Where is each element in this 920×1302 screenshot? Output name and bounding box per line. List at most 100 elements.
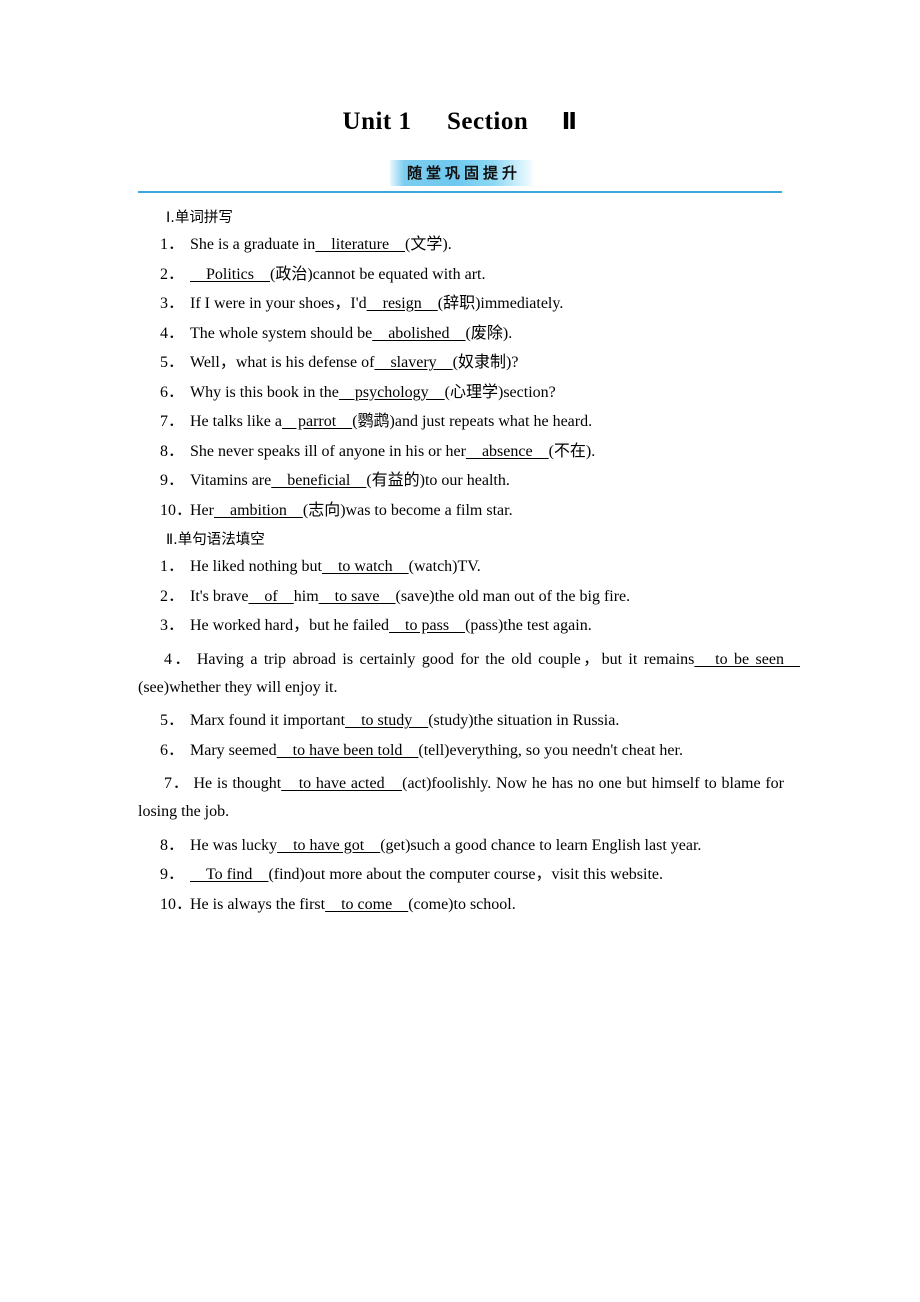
item-text: (pass)the test again.: [465, 617, 592, 634]
item-text: (鹦鹉)and just repeats what he heard.: [352, 413, 593, 430]
section-heading: Ⅱ.单句语法填空: [166, 532, 265, 548]
exercise-item: 9． To find (find)out more about the comp…: [138, 865, 784, 885]
item-text: (不在).: [548, 442, 596, 460]
item-text: (watch)TV.: [408, 558, 481, 575]
item-text: (tell)everything, so you needn't cheat h…: [418, 741, 683, 759]
item-text: him: [293, 587, 319, 605]
answer-blank[interactable]: to be seen: [694, 651, 800, 668]
answer-blank[interactable]: to have been told: [277, 742, 419, 759]
item-text: The whole system should be: [190, 324, 373, 342]
exercise-item: 7． He talks like a parrot (鹦鹉)and just re…: [138, 412, 784, 432]
item-text: (get)such a good chance to learn English…: [380, 836, 702, 854]
item-text: (政治)cannot be equated with art.: [270, 265, 486, 283]
answer-blank[interactable]: to have acted: [281, 775, 402, 792]
item-text: He is always the first: [190, 895, 326, 913]
answer-blank[interactable]: To find: [190, 866, 268, 883]
item-text: Marx found it important: [190, 712, 346, 729]
item-number: 8．: [160, 836, 185, 854]
item-number: 1．: [160, 558, 185, 575]
item-text: (find)out more about the computer course…: [268, 866, 664, 883]
exercise-item: 10．Her ambition (志向)was to become a film…: [138, 501, 784, 521]
item-text: He liked nothing but: [190, 558, 322, 575]
answer-blank[interactable]: beneficial: [271, 472, 366, 489]
exercise-item: 10．He is always the first to come (come)…: [138, 895, 784, 915]
item-text: He was lucky: [190, 836, 278, 854]
item-number: 4．: [160, 324, 185, 342]
answer-blank[interactable]: parrot: [282, 413, 352, 430]
item-text: (心理学)section?: [444, 383, 556, 401]
answer-blank[interactable]: to save: [319, 588, 396, 605]
item-number: 10．: [160, 501, 193, 519]
exercise-item: 3． He worked hard，but he failed to pass (…: [138, 616, 784, 636]
answer-blank[interactable]: to pass: [389, 617, 465, 634]
exercise-item: 7． He is thought to have acted (act)fooli…: [138, 770, 784, 826]
exercise-item: 4． Having a trip abroad is certainly good…: [138, 646, 784, 702]
item-number: 5．: [160, 354, 185, 371]
exercise-item: 1． He liked nothing but to watch (watch)T…: [138, 557, 784, 577]
item-text: (文学).: [405, 236, 452, 253]
item-text: (save)the old man out of the big fire.: [395, 587, 631, 605]
answer-blank[interactable]: abolished: [372, 325, 465, 342]
page-title: Unit 1 Section Ⅱ: [0, 108, 920, 136]
item-number: 9．: [160, 866, 185, 883]
item-text: (奴隶制)?: [452, 354, 519, 371]
answer-blank[interactable]: resign: [367, 295, 438, 312]
item-number: 9．: [160, 472, 185, 489]
item-number: 4．: [164, 650, 193, 668]
item-text: It's brave: [190, 587, 249, 605]
section-divider: 随堂巩固提升: [138, 160, 782, 194]
exercise-item: 8． She never speaks ill of anyone in his …: [138, 442, 784, 462]
item-text: Why is this book in the: [190, 383, 339, 401]
answer-blank[interactable]: to watch: [322, 558, 409, 575]
item-number: 6．: [160, 383, 185, 401]
answer-blank[interactable]: psychology: [339, 384, 445, 401]
answer-blank[interactable]: Politics: [190, 266, 270, 283]
item-number: 7．: [164, 775, 190, 792]
exercise-item: 2． Politics (政治)cannot be equated with a…: [138, 265, 784, 285]
title-unit: Unit 1: [342, 108, 412, 135]
title-section: Section: [447, 108, 529, 135]
answer-blank[interactable]: slavery: [374, 354, 452, 371]
item-text: Having a trip abroad is certainly good f…: [196, 650, 695, 668]
item-number: 2．: [160, 265, 185, 283]
item-text: Her: [190, 501, 214, 519]
item-number: 8．: [160, 442, 185, 460]
item-text: She never speaks ill of anyone in his or…: [190, 442, 466, 460]
answer-blank[interactable]: of: [248, 588, 293, 605]
item-text: He is thought: [193, 775, 282, 792]
exercise-item: 9． Vitamins are beneficial (有益的)to our he…: [138, 471, 784, 491]
answer-blank[interactable]: to have got: [277, 837, 380, 854]
item-number: 1．: [160, 236, 185, 253]
answer-blank[interactable]: ambition: [214, 502, 303, 519]
exercise-item: 1． She is a graduate in literature (文学).: [138, 235, 784, 255]
item-text: (辞职)immediately.: [437, 295, 564, 312]
item-number: 7．: [160, 413, 185, 430]
exercise-badge-label: 随堂巩固提升: [406, 164, 521, 182]
item-number: 6．: [160, 741, 185, 759]
item-text: Vitamins are: [190, 472, 272, 489]
answer-blank[interactable]: to study: [345, 712, 428, 729]
exercise-content: Ⅰ.单词拼写 1． She is a graduate in literature …: [138, 208, 784, 924]
title-section-numeral: Ⅱ: [561, 109, 578, 135]
item-text: Well，what is his defense of: [190, 354, 375, 371]
item-number: 3．: [160, 295, 185, 312]
item-text: She is a graduate in: [190, 236, 316, 253]
exercise-item: 3． If I were in your shoes，I'd resign (辞职…: [138, 294, 784, 314]
item-text: (有益的)to our health.: [366, 472, 510, 489]
item-text: (see)whether they will enjoy it.: [138, 678, 338, 696]
worksheet-page: Unit 1 Section Ⅱ 随堂巩固提升 Ⅰ.单词拼写 1． She is a…: [0, 0, 920, 1302]
item-text: He talks like a: [190, 413, 282, 430]
answer-blank[interactable]: literature: [315, 236, 405, 253]
exercise-item: 2． It's brave of him to save (save)the ol…: [138, 587, 784, 607]
exercise-item: 8． He was lucky to have got (get)such a g…: [138, 836, 784, 856]
answer-blank[interactable]: to come: [325, 896, 408, 913]
exercise-item: 5． Marx found it important to study (stud…: [138, 711, 784, 731]
exercise-badge: 随堂巩固提升: [390, 160, 534, 186]
item-number: 2．: [160, 587, 185, 605]
exercise-item: 6． Why is this book in the psychology (心理…: [138, 383, 784, 403]
answer-blank[interactable]: absence: [466, 443, 549, 460]
item-text: He worked hard，but he failed: [190, 617, 390, 634]
item-text: Mary seemed: [190, 741, 277, 759]
item-text: If I were in your shoes，I'd: [190, 295, 367, 312]
item-text: (志向)was to become a film star.: [302, 501, 513, 519]
